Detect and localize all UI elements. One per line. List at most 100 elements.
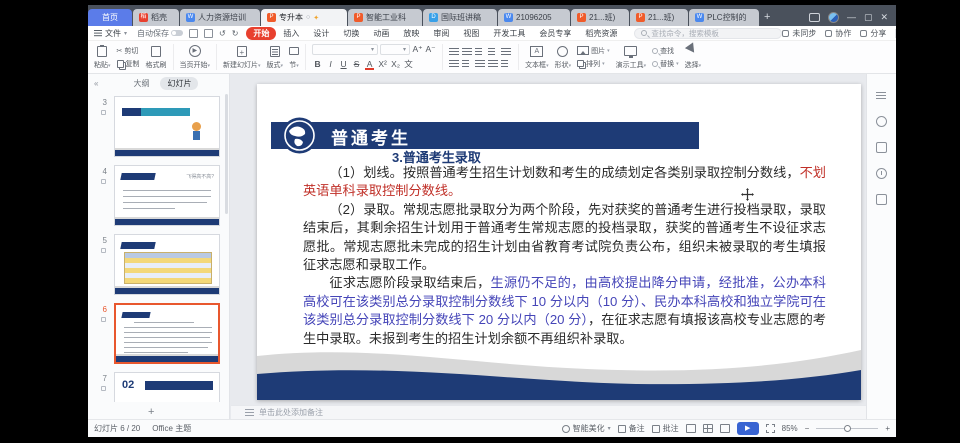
increase-font-icon[interactable]: A⁺ [412,44,423,55]
new-tab-button[interactable]: + [764,11,770,23]
line-spacing-icon[interactable] [501,47,512,56]
zoom-out-button[interactable]: − [805,424,810,433]
slide-thumbnail-4[interactable]: 飞得高不高? [114,165,220,226]
ribbon-tab-view[interactable]: 视图 [456,27,486,40]
tab-doc-1[interactable]: W人力资源培训 [180,9,260,26]
arrange-button[interactable]: 排列▾ [577,59,610,69]
font-color-button[interactable]: A [364,59,375,69]
zoom-slider-knob[interactable] [844,425,851,432]
cut-button[interactable]: ✂剪切 [117,46,140,56]
ribbon-tab-review[interactable]: 审阅 [426,27,456,40]
maximize-button[interactable]: ▢ [864,13,873,22]
play-from-current-button[interactable]: ▶当页开始▾ [180,45,211,70]
subscript-button[interactable]: X₂ [390,59,401,69]
numbered-list-icon[interactable] [462,47,473,56]
zoom-percentage[interactable]: 85% [782,424,798,433]
section-button[interactable]: 节▾ [289,45,299,70]
reading-view-button[interactable] [720,424,730,433]
decrease-font-icon[interactable]: A⁻ [425,44,436,55]
ribbon-tab-devtools[interactable]: 开发工具 [486,27,532,40]
fit-to-window-icon[interactable] [766,424,775,433]
play-slideshow-button[interactable]: ▶ [737,422,759,435]
superscript-button[interactable]: X² [377,59,388,69]
tab-home[interactable]: 首页 [88,9,132,26]
font-size-select[interactable]: ▾ [380,44,410,55]
collapse-panel-icon[interactable]: « [88,79,104,88]
ribbon-tab-slideshow[interactable]: 放映 [396,27,426,40]
save-icon[interactable] [189,29,198,38]
undo-icon[interactable]: ↺ [219,29,226,38]
text-effect-button[interactable]: 文 [403,58,414,70]
ribbon-tab-animation[interactable]: 动画 [366,27,396,40]
tab-doc-5[interactable]: P21...班) [571,9,629,26]
font-name-select[interactable]: ▾ [312,44,378,55]
layout-button[interactable]: 版式▾ [267,45,284,70]
slide-sorter-view-button[interactable] [703,424,713,433]
print-icon[interactable] [204,29,213,38]
close-button[interactable]: ✕ [880,13,888,22]
textbox-button[interactable]: A文本框▾ [525,45,549,70]
slide-thumbnail-6-selected[interactable] [114,303,220,364]
ribbon-tab-start[interactable]: 开始 [246,27,276,40]
ribbon-tab-member[interactable]: 会员专享 [532,27,578,40]
avatar[interactable] [828,12,839,23]
ribbon-tab-docer-res[interactable]: 稻壳资源 [578,27,624,40]
slide-thumbnail-3[interactable] [114,96,220,157]
command-search-input[interactable]: 查找命令，搜索模板 [634,28,782,39]
tab-doc-active[interactable]: P专升本○✦ [261,9,347,26]
zoom-slider[interactable] [816,428,878,429]
tab-doc-2[interactable]: P智能工业科 [348,9,422,26]
autosave-toggle[interactable]: 自动保存 [137,28,183,39]
align-left-icon[interactable] [449,59,460,68]
panel-tab-slides[interactable]: 幻灯片 [160,77,198,90]
comments-button[interactable]: 批注 [652,423,679,434]
slide-thumbnail-5[interactable] [114,234,220,295]
collaborate-button[interactable]: 协作 [825,28,851,39]
underline-button[interactable]: U [338,59,349,69]
file-menu[interactable]: 文件▾ [88,28,133,39]
tab-doc-3[interactable]: D国际班讲稿 [423,9,497,26]
copy-button[interactable]: 复制 [117,59,140,69]
strikethrough-button[interactable]: S [351,59,362,69]
new-slide-button[interactable]: +新建幻灯片▾ [223,45,261,70]
export-panel-icon[interactable] [876,194,887,205]
italic-button[interactable]: I [325,59,336,69]
increase-indent-icon[interactable] [488,47,499,56]
panel-scrollbar[interactable] [225,94,228,214]
notes-bar[interactable]: 单击此处添加备注 [231,405,866,419]
picture-button[interactable]: 图片▾ [577,46,610,56]
paste-button[interactable]: 粘贴▾ [94,45,111,70]
outline-panel-icon[interactable] [876,90,887,101]
minimize-button[interactable]: — [847,13,856,22]
justify-icon[interactable] [488,59,499,68]
resource-panel-icon[interactable] [876,142,887,153]
shapes-button[interactable]: 形状▾ [555,45,572,70]
replace-button[interactable]: 替换▾ [652,59,679,69]
slide-thumbnail-7[interactable]: 02 [114,372,220,402]
add-slide-button[interactable]: + [148,406,154,418]
slide-canvas[interactable]: 普通考生 3.普通考生录取 （1）划线。按照普通考生招生计划数和考生的成绩划定各… [257,84,861,400]
bold-button[interactable]: B [312,59,323,69]
panel-tab-outline[interactable]: 大纲 [126,77,156,90]
find-button[interactable]: 查找 [652,46,679,56]
normal-view-button[interactable] [686,424,696,433]
tab-close-icon[interactable]: ○ [306,14,310,21]
zoom-in-button[interactable]: + [885,424,890,433]
decrease-indent-icon[interactable] [475,47,486,56]
tab-docer[interactable]: 稻稻壳 [133,9,179,26]
share-button[interactable]: 分享 [860,28,886,39]
bullet-list-icon[interactable] [449,47,460,56]
redo-icon[interactable]: ↻ [232,29,239,38]
ribbon-tab-design[interactable]: 设计 [306,27,336,40]
notes-button[interactable]: 备注 [618,423,645,434]
beautify-panel-icon[interactable] [876,116,887,127]
align-right-icon[interactable] [475,59,486,68]
tab-doc-7[interactable]: WPLC控制的 [689,9,759,26]
tab-doc-6[interactable]: P21...班) [630,9,688,26]
format-painter-button[interactable]: 格式刷 [146,45,167,70]
tab-doc-4[interactable]: W21096205 [498,9,570,26]
app-switch-icon[interactable] [809,13,820,22]
distribute-icon[interactable] [501,59,512,68]
beautify-button[interactable]: 智能美化▾ [562,423,611,434]
history-panel-icon[interactable] [876,168,887,179]
